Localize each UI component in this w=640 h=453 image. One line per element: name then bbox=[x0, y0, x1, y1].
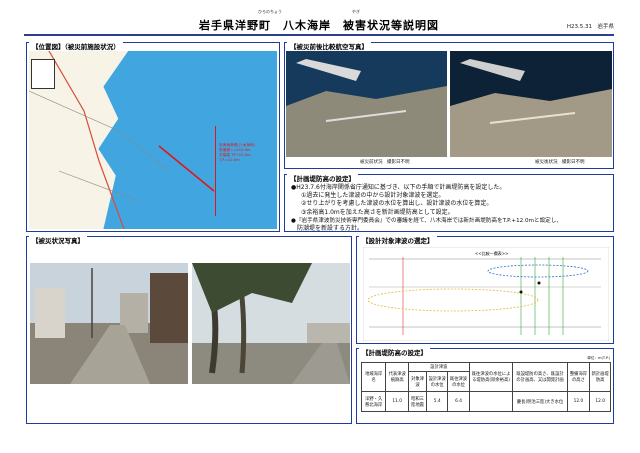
aerial-before-photo bbox=[286, 51, 447, 157]
damage-photo-2-image bbox=[192, 263, 350, 384]
ruby-hirono: ひろのちょう bbox=[258, 9, 282, 14]
table-header-cell: 既往津波の水位による堤防高(除余裕高) bbox=[468, 362, 514, 392]
table-subheader-cell: 既往津波の水位 bbox=[447, 371, 470, 392]
table-header-cell: 既設堤防の高さ、既設計の計画高、又は開発計画 bbox=[512, 362, 568, 392]
chart-point bbox=[537, 281, 541, 285]
table-cell: 5.4 bbox=[425, 391, 449, 412]
tsunami-chart: <<比較一欄表>> bbox=[363, 247, 609, 341]
table-cell: 12.0 bbox=[589, 391, 611, 412]
ruby-yagi: やぎ bbox=[352, 9, 360, 14]
plan-line: ③余裕高1.0mを加えた高さを新計画堤防高として設定。 bbox=[301, 208, 454, 216]
table-cell: 12.0 bbox=[566, 391, 591, 412]
table-header-cell: 新計画堤防高 bbox=[589, 362, 611, 392]
map-annotation: 未満漁港堤(八木海岸) 防潮堤 L=410.0m 天端高 TP+12.0m T.… bbox=[219, 143, 255, 163]
damage-photo-1 bbox=[30, 263, 188, 384]
damage-photo-1-image bbox=[30, 263, 188, 384]
marker-line bbox=[215, 126, 216, 216]
aerial-panel: 【被災前後比較航空写真】 被災前状況 撮影日不明 被災後状況 撮影日不明 bbox=[284, 41, 614, 169]
table-cell bbox=[468, 391, 514, 412]
table-panel: 【計画堤防高の設定】 単位：m(T.P.) 地域海岸名 代表津波痕跡高 設計津波… bbox=[356, 347, 614, 424]
damage-panel-label: 【被災状況写真】 bbox=[29, 235, 87, 245]
location-panel-label: 【位置図】（被災前施設状況） bbox=[29, 41, 123, 51]
page-title: 岩手県洋野町 八木海岸 被害状況等説明図 bbox=[24, 17, 614, 33]
location-map: 未満漁港堤(八木海岸) 防潮堤 L=410.0m 天端高 TP+12.0m T.… bbox=[29, 51, 277, 229]
table-cell: 6.4 bbox=[447, 391, 470, 412]
inset-map bbox=[31, 59, 55, 89]
table-cell: 洋野・久慈北海岸 bbox=[360, 391, 387, 412]
table-cell: 11.0 bbox=[385, 391, 410, 412]
plan-line: ②せり上がりを考慮した津波の水位を算出し、設計津波の水位を算定。 bbox=[301, 200, 493, 208]
date-org: H23.5.31 岩手県 bbox=[566, 24, 614, 30]
table-header-row: 地域海岸名 代表津波痕跡高 設計津波 既往津波の水位による堤防高(除余裕高) 既… bbox=[360, 362, 611, 392]
page-title-text: 岩手県洋野町 八木海岸 被害状況等説明図 bbox=[199, 19, 439, 32]
aerial-after-photo bbox=[450, 51, 612, 157]
chart-panel-label: 【設計対象津波の選定】 bbox=[359, 235, 437, 245]
table-unit: 単位：m(T.P.) bbox=[587, 356, 610, 360]
table-cell: 慶長(明治三陸)大き水位 bbox=[512, 391, 568, 412]
plan-line: ●『岩手県津波防災技術専門委員会』での審議を経て、八木海岸では新計画堤防高をT.… bbox=[291, 217, 562, 224]
plan-panel-label: 【計画堤防高の設定】 bbox=[287, 173, 358, 183]
plan-text: ●H23.7.6付海岸関係省庁通知に基づき、以下の手順で計画堤防高を設定した。 … bbox=[291, 184, 609, 233]
table-header-cell: 設計津波 bbox=[408, 362, 470, 372]
aerial-before-image bbox=[286, 51, 447, 157]
table-header-cell: 代表津波痕跡高 bbox=[385, 362, 410, 392]
plan-line: 防潮堤を新設する方針。 bbox=[297, 225, 364, 233]
table-panel-label: 【計画堤防高の設定】 bbox=[359, 347, 430, 357]
plan-panel: 【計画堤防高の設定】 ●H23.7.6付海岸関係省庁通知に基づき、以下の手順で計… bbox=[284, 173, 614, 233]
table-header-cell: 整備海岸の高さ bbox=[566, 362, 591, 392]
plan-height-table: 地域海岸名 代表津波痕跡高 設計津波 既往津波の水位による堤防高(除余裕高) 既… bbox=[360, 362, 611, 412]
table-subheader-cell: 対象津波 bbox=[408, 371, 427, 392]
annotation-line: T.P.=12.0m bbox=[219, 158, 240, 162]
damage-panel: 【被災状況写真】 bbox=[26, 235, 352, 424]
aerial-after-caption: 被災後状況 撮影日不明 bbox=[535, 160, 585, 165]
damage-photo-2 bbox=[192, 263, 350, 384]
aerial-after-image bbox=[450, 51, 612, 157]
table-row: 洋野・久慈北海岸 11.0 昭和三陸地震 5.4 6.4 慶長(明治三陸)大き水… bbox=[360, 391, 611, 412]
chart-legend-title: <<比較一欄表>> bbox=[475, 250, 508, 256]
title-bar: 岩手県洋野町 八木海岸 被害状況等説明図 ひろのちょう やぎ H23.5.31 … bbox=[24, 9, 614, 36]
chart-point bbox=[519, 290, 523, 294]
aerial-panel-label: 【被災前後比較航空写真】 bbox=[287, 41, 371, 51]
plan-line: ●H23.7.6付海岸関係省庁通知に基づき、以下の手順で計画堤防高を設定した。 bbox=[291, 184, 506, 191]
chart-panel: 【設計対象津波の選定】 <<比較一欄表>> bbox=[356, 235, 614, 344]
map-roads bbox=[29, 51, 215, 229]
table-header-cell: 地域海岸名 bbox=[360, 362, 387, 392]
aerial-before-caption: 被災前状況 撮影日不明 bbox=[360, 160, 410, 165]
location-panel: 【位置図】（被災前施設状況） 未満漁港堤(八木海岸) 防潮堤 L=410.0m … bbox=[26, 41, 280, 232]
table-cell: 昭和三陸地震 bbox=[408, 391, 427, 412]
table-subheader-cell: 設計津波の水位 bbox=[425, 371, 449, 392]
